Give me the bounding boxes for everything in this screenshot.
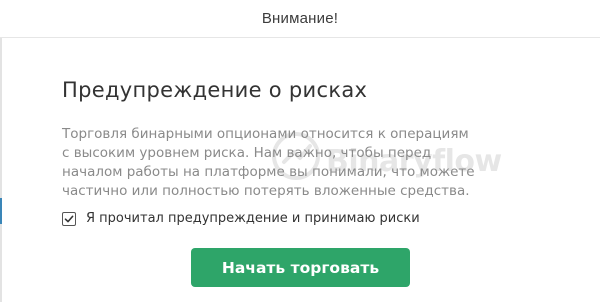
check-icon bbox=[64, 215, 74, 222]
risk-agreement-label[interactable]: Я прочитал предупреждение и принимаю рис… bbox=[86, 211, 420, 226]
risk-warning-line: частично или полностью потерять вложенны… bbox=[62, 183, 470, 199]
background-page-accent bbox=[0, 198, 2, 224]
start-trading-button[interactable]: Начать торговать bbox=[191, 248, 410, 287]
risk-warning-modal: Внимание! Предупреждение о рисках Binary… bbox=[0, 0, 600, 302]
modal-header: Внимание! bbox=[0, 0, 600, 38]
risk-warning-line: с высоким уровнем риска. Нам важно, чтоб… bbox=[62, 145, 432, 161]
risk-agreement-row[interactable]: Я прочитал предупреждение и принимаю рис… bbox=[62, 211, 420, 226]
risk-warning-heading: Предупреждение о рисках bbox=[62, 78, 368, 102]
risk-agreement-checkbox[interactable] bbox=[62, 211, 76, 226]
risk-warning-line: Торговля бинарными опционами относится к… bbox=[62, 126, 469, 142]
risk-warning-line: началом работы на платформе вы понимали,… bbox=[62, 164, 475, 180]
background-page-edge bbox=[0, 38, 2, 302]
risk-warning-text: Торговля бинарными опционами относится к… bbox=[62, 125, 562, 201]
modal-title: Внимание! bbox=[261, 10, 339, 27]
